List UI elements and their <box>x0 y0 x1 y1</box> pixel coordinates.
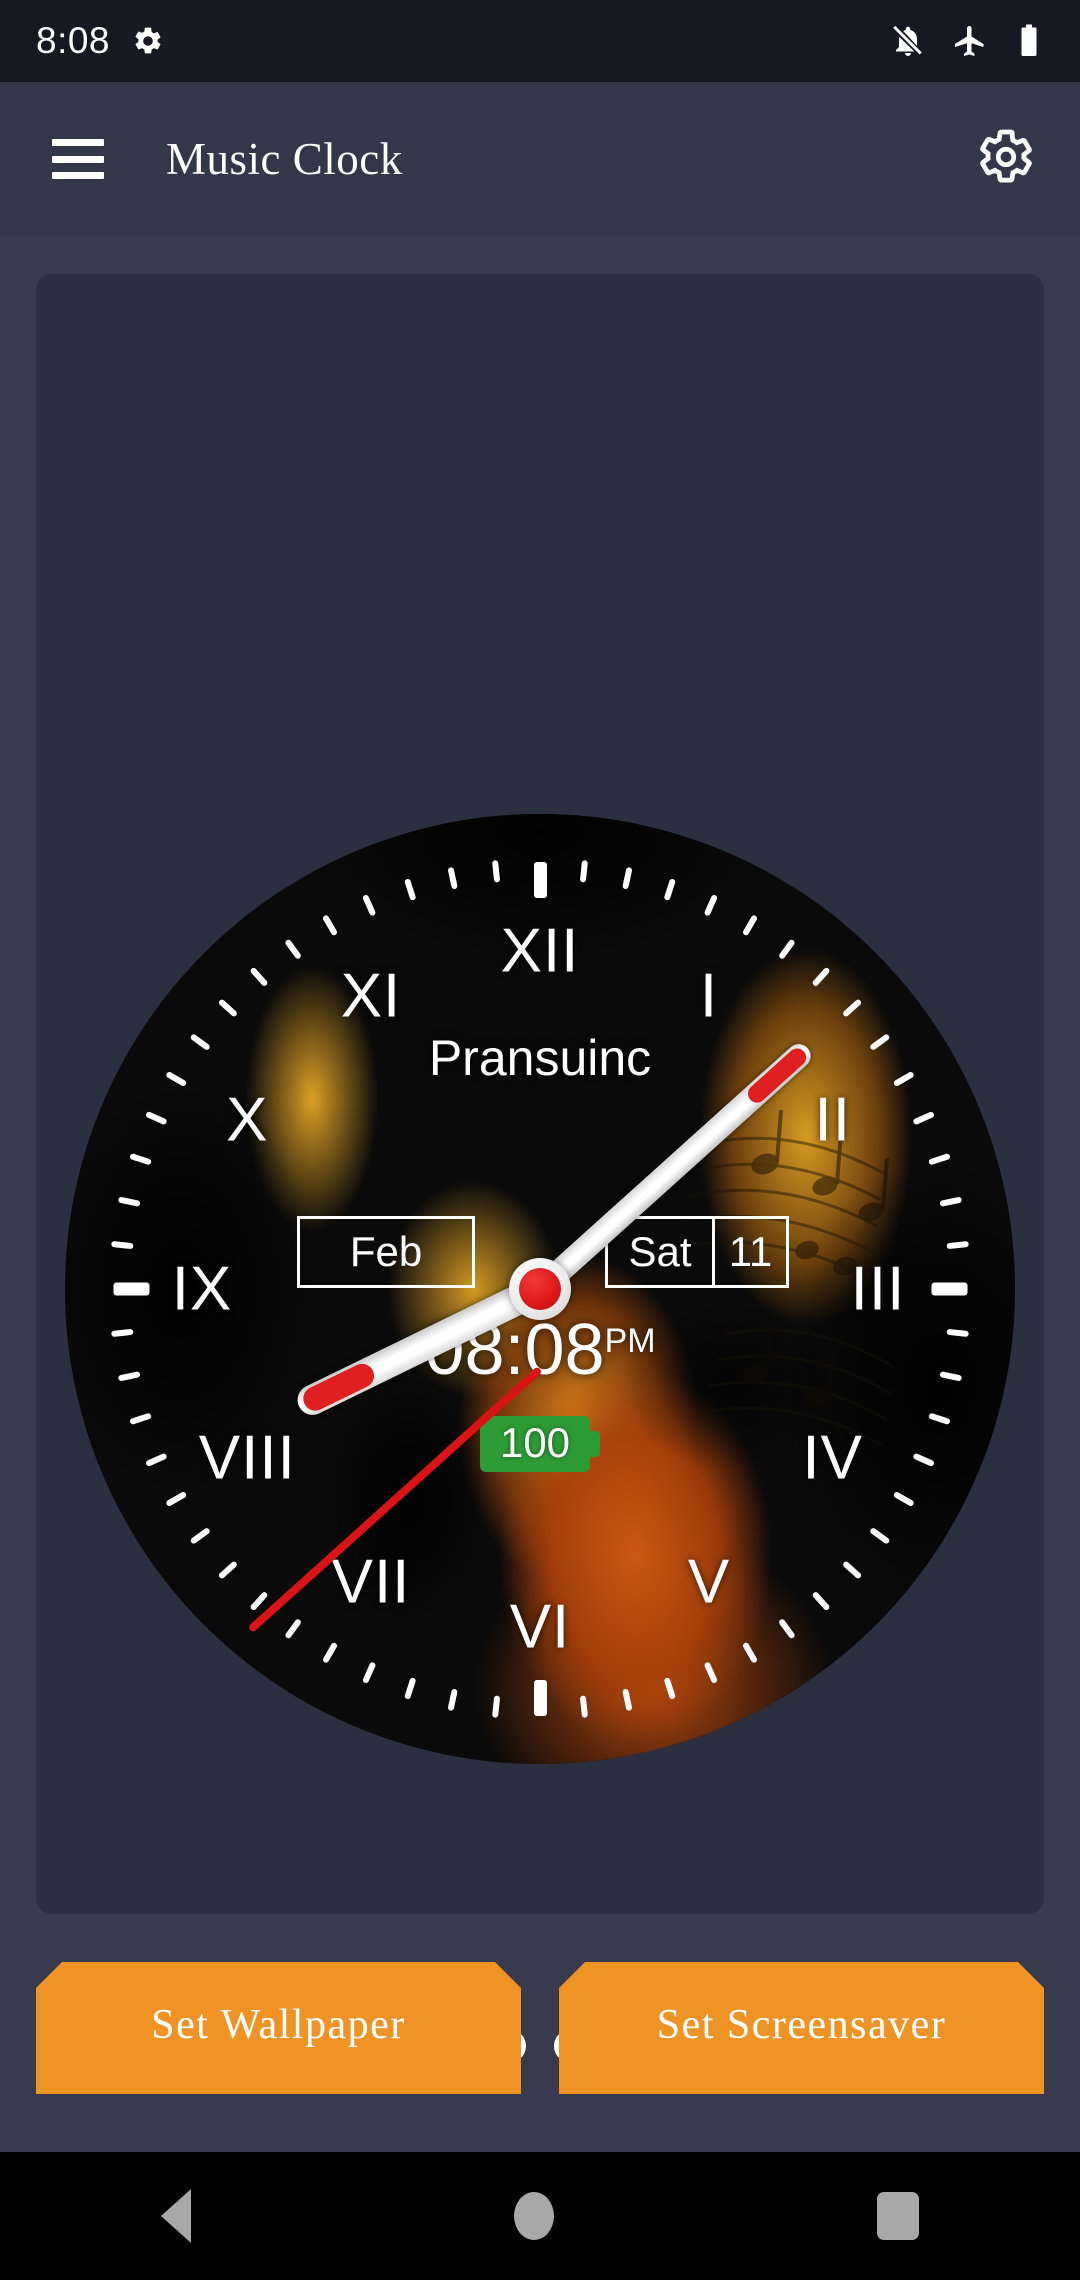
gear-icon <box>980 129 1032 182</box>
action-button-row: Set Wallpaper Set Screensaver <box>36 1962 1044 2094</box>
status-bar-clock: 8:08 <box>36 20 111 61</box>
hamburger-line <box>52 172 104 179</box>
status-bar-right <box>890 23 1044 59</box>
hamburger-line <box>52 139 104 146</box>
clock-face: XII I II III IV V VI VII VIII IX X XI Pransuinc Feb… <box>65 814 1015 1764</box>
back-icon[interactable] <box>161 2189 192 2243</box>
airplane-mode-icon <box>955 26 984 56</box>
app-screen: 8:08 Music Clock XII I II III IV V VI VI… <box>0 0 1080 2280</box>
hamburger-menu-icon[interactable] <box>52 139 104 179</box>
home-icon[interactable] <box>513 2192 554 2240</box>
clock-hands <box>65 814 1015 1764</box>
app-bar: Music Clock <box>0 82 1080 236</box>
clock-hub-center <box>519 1268 561 1310</box>
analog-clock[interactable]: XII I II III IV V VI VII VIII IX X XI Pransuinc Feb… <box>65 814 1015 1764</box>
set-wallpaper-button[interactable]: Set Wallpaper <box>36 1962 521 2094</box>
system-nav-bar <box>0 2152 1080 2280</box>
status-bar-left: 8:08 <box>36 20 164 62</box>
battery-full-icon <box>1021 24 1037 56</box>
set-screensaver-button[interactable]: Set Screensaver <box>559 1962 1044 2094</box>
second-hand <box>247 1366 543 1633</box>
hamburger-line <box>52 155 104 163</box>
recents-icon[interactable] <box>876 2192 919 2240</box>
page-title: Music Clock <box>166 134 403 184</box>
notifications-muted-icon <box>893 25 922 56</box>
status-bar: 8:08 <box>0 0 1080 82</box>
clock-preview-card: XII I II III IV V VI VII VIII IX X XI Pransuinc Feb… <box>36 274 1044 2061</box>
settings-gear-icon <box>135 27 161 54</box>
minute-hand <box>531 1039 816 1298</box>
settings-button[interactable] <box>976 127 1036 192</box>
